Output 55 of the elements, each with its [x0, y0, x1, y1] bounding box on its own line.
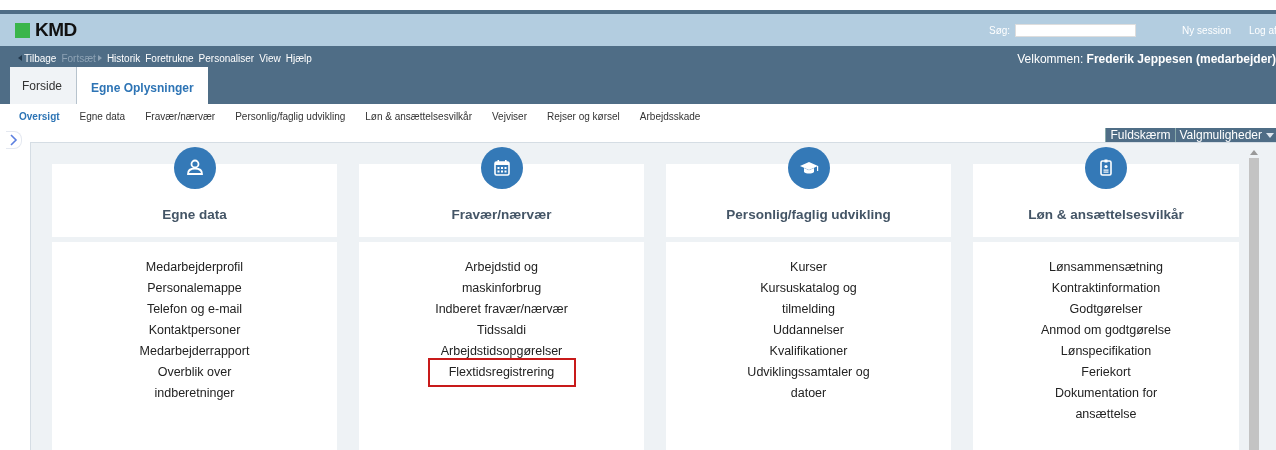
toolbar-link[interactable]: Hjælp	[285, 50, 312, 66]
card-title: Fravær/nærvær	[451, 207, 552, 224]
subnav-link[interactable]: Løn & ansættelsesvilkår	[365, 111, 472, 128]
toolbar-link[interactable]: Personaliser	[198, 50, 255, 66]
subnav-link[interactable]: Arbejdsskade	[639, 111, 701, 128]
card-link[interactable]: Arbejdstidsopgørelser	[428, 341, 575, 362]
card-link[interactable]: Arbejdstid og maskinforbrug	[428, 257, 575, 299]
card-link[interactable]: Godtgørelser	[1033, 299, 1179, 320]
chevron-right-icon	[9, 134, 18, 146]
kmd-logo: KMD	[15, 19, 77, 41]
scrollbar[interactable]	[1249, 150, 1259, 450]
subnav-link[interactable]: Egne data	[79, 111, 126, 128]
card-title: Personlig/faglig udvikling	[726, 207, 891, 224]
card-link[interactable]: Tidssaldi	[428, 320, 575, 341]
subnav-link[interactable]: Personlig/faglig udvikling	[235, 111, 346, 128]
card-title: Egne data	[162, 207, 227, 224]
card-link[interactable]: Anmod om godtgørelse	[1033, 320, 1179, 341]
card-link[interactable]: Kurser	[735, 257, 882, 278]
toolbar-link[interactable]: Foretrukne	[145, 50, 194, 66]
tab[interactable]: Forside	[10, 67, 77, 104]
welcome-text: Velkommen: Frederik Jeppesen (medarbejder)	[1017, 51, 1276, 66]
view-button[interactable]: Fuldskærm	[1105, 128, 1175, 142]
card-link[interactable]: Kontaktpersoner	[121, 320, 268, 341]
caret-icon	[1266, 132, 1274, 138]
card-title: Løn & ansættelsesvilkår	[1028, 207, 1184, 224]
toolbar-link[interactable]: Historik	[106, 50, 141, 66]
card-link[interactable]: Feriekort	[1033, 362, 1179, 383]
subnav-link[interactable]: Vejviser	[492, 111, 527, 128]
back-arrow-icon	[18, 55, 22, 61]
subnav-link[interactable]: Oversigt	[19, 111, 60, 128]
card-link[interactable]: Uddannelser	[735, 320, 882, 341]
expand-button[interactable]	[6, 131, 22, 149]
subnav-link[interactable]: Fravær/nærvær	[145, 111, 216, 128]
card-link[interactable]: Lønsammensætning	[1033, 257, 1179, 278]
tab[interactable]: Egne Oplysninger	[77, 67, 208, 104]
toolbar-link[interactable]: View	[259, 50, 281, 66]
card-link[interactable]: Indberet fravær/nærvær	[428, 299, 575, 320]
card-link[interactable]: Telefon og e-mail	[121, 299, 268, 320]
view-button[interactable]: Valgmuligheder	[1174, 128, 1276, 142]
card-link[interactable]: Kontraktinformation	[1033, 278, 1179, 299]
card-link[interactable]: Udviklingssamtaler og datoer	[735, 362, 882, 404]
card-link[interactable]: Kursuskatalog og tilmelding	[735, 278, 882, 320]
card-link[interactable]: Medarbejderrapport	[121, 341, 268, 362]
card-link[interactable]: Lønspecifikation	[1033, 341, 1179, 362]
toolbar-link[interactable]: Tilbage	[18, 50, 57, 66]
card-link[interactable]: Kvalifikationer	[735, 341, 882, 362]
scroll-up-icon[interactable]	[1250, 150, 1258, 155]
card-link[interactable]: Dokumentation for ansættelse	[1033, 383, 1179, 425]
card-link[interactable]: Overblik over indberetninger	[121, 362, 268, 404]
card-link[interactable]: Personalemappe	[121, 278, 268, 299]
card-link[interactable]: Medarbejderprofil	[121, 257, 268, 278]
search-label: Søg:	[988, 24, 1011, 36]
forward-arrow-icon	[97, 55, 102, 61]
search-field[interactable]	[1015, 23, 1137, 37]
subnav-link[interactable]: Rejser og kørsel	[547, 111, 620, 128]
